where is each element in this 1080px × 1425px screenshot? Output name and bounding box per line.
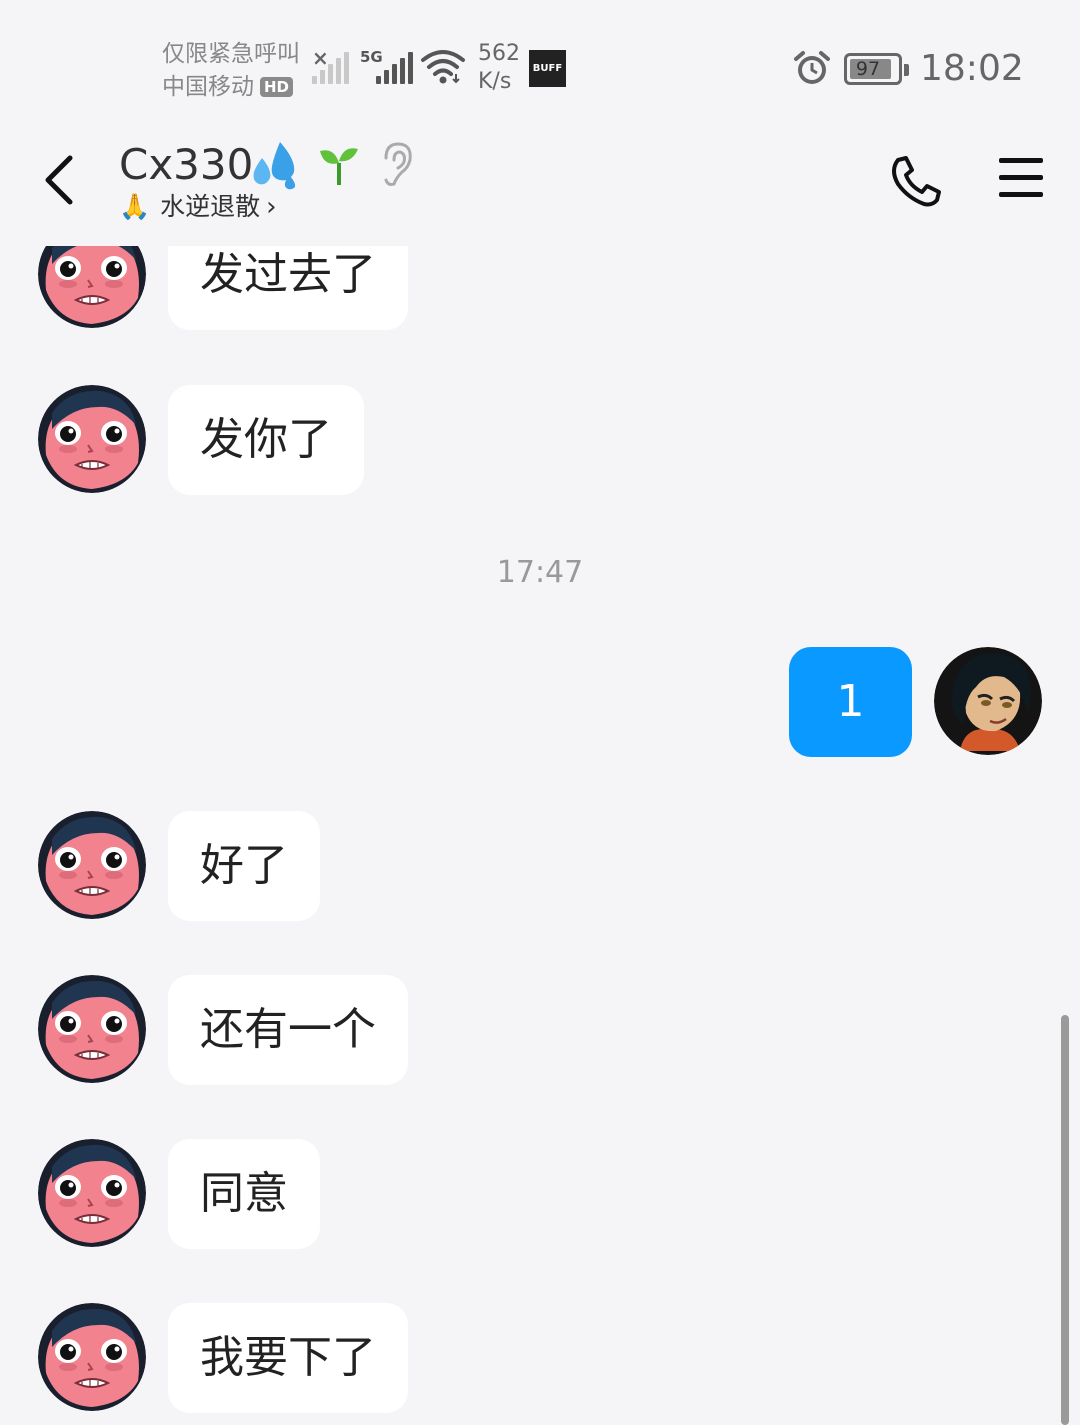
incoming-message[interactable]: 同意	[168, 1139, 320, 1249]
back-button[interactable]	[36, 150, 80, 210]
incoming-message[interactable]: 好了	[168, 811, 320, 921]
battery-icon: 97	[844, 53, 909, 85]
chat-header: Cx330. 🙏 水逆退散 ›	[0, 120, 1080, 245]
contact-status-text: 水逆退散	[160, 192, 261, 221]
incoming-message[interactable]: 我要下了	[168, 1303, 408, 1413]
contact-name[interactable]: Cx330.	[119, 140, 267, 190]
alarm-icon	[793, 50, 831, 90]
back-icon	[45, 155, 73, 205]
contact-status[interactable]: 🙏 水逆退散 ›	[119, 192, 277, 222]
hd-badge: HD	[260, 77, 294, 97]
ear-icon[interactable]	[376, 140, 416, 188]
contact-avatar[interactable]	[38, 1303, 146, 1411]
incoming-message[interactable]: 发你了	[168, 385, 364, 495]
signal-5g-icon: 5G	[360, 48, 413, 84]
contact-avatar[interactable]	[38, 975, 146, 1083]
message-timestamp: 17:47	[496, 555, 584, 590]
buff-app-badge: BUFF	[529, 50, 566, 87]
speed-unit: K/s	[478, 69, 512, 94]
my-avatar[interactable]	[934, 647, 1042, 755]
sprout-icon	[320, 148, 358, 185]
carrier-name: 中国移动	[162, 74, 254, 100]
scrollbar[interactable]	[1061, 1015, 1069, 1425]
carrier-emergency-text: 仅限紧急呼叫	[162, 41, 300, 67]
status-emojis	[250, 138, 416, 190]
voice-call-button[interactable]	[888, 154, 944, 214]
chevron-right-icon: ›	[266, 192, 277, 222]
outgoing-message[interactable]: 1	[789, 647, 912, 757]
chat-screen: 仅限紧急呼叫 中国移动 HD × 5G 562 K/s BUFF 97 18:0…	[0, 0, 1080, 1425]
contact-avatar[interactable]	[38, 1139, 146, 1247]
more-menu-button[interactable]	[999, 158, 1043, 209]
incoming-message[interactable]: 还有一个	[168, 975, 408, 1085]
network-type-label: 5G	[360, 48, 383, 66]
contact-avatar[interactable]	[38, 811, 146, 919]
carrier-info: 仅限紧急呼叫 中国移动 HD	[162, 38, 300, 104]
speed-value: 562	[478, 41, 520, 66]
pray-emoji: 🙏	[119, 192, 151, 221]
status-bar: 仅限紧急呼叫 中国移动 HD × 5G 562 K/s BUFF 97 18:0…	[0, 0, 1080, 120]
wifi-icon	[420, 48, 466, 88]
network-speed: 562 K/s	[478, 40, 520, 96]
contact-avatar[interactable]	[38, 385, 146, 493]
menu-icon	[999, 158, 1043, 197]
status-time: 18:02	[920, 48, 1024, 89]
droplets-icon	[253, 142, 296, 190]
battery-level: 97	[855, 58, 881, 80]
phone-icon	[892, 156, 941, 207]
signal-sim1-icon: ×	[312, 46, 349, 84]
